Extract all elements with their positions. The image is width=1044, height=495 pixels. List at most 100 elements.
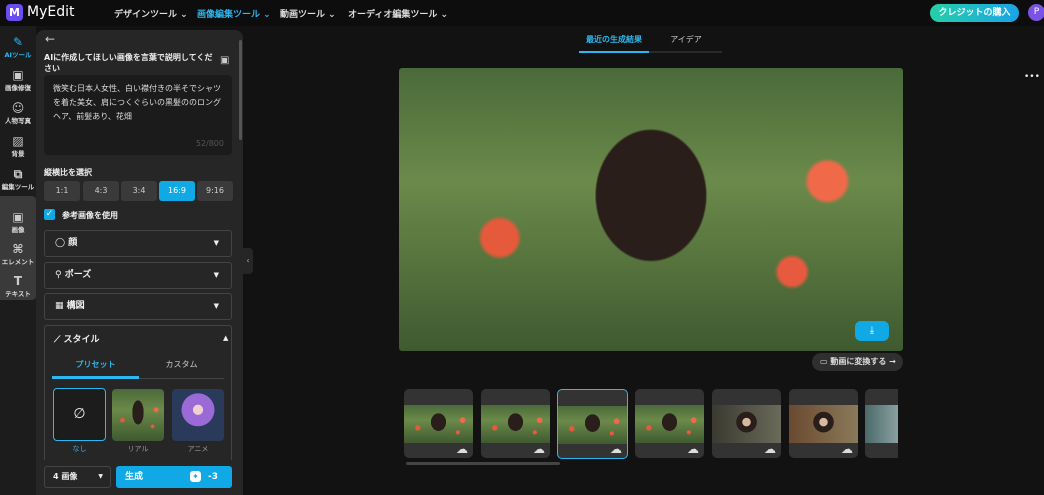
accordion-composition[interactable]: ▦ 構図 ▼: [44, 293, 232, 320]
nav-video-tools[interactable]: 動画ツール ⌄: [280, 7, 336, 20]
caret-down-icon: ▼: [98, 473, 103, 480]
rail-ai-tools[interactable]: ✎ AIツール: [0, 35, 36, 59]
cloud-saved-icon: ☁: [841, 442, 853, 456]
pose-icon: ⚲: [55, 270, 65, 280]
rail-edit-tools[interactable]: ⧉ 編集ツール: [0, 167, 36, 191]
style-title: スタイル: [63, 335, 100, 345]
ratio-1-1[interactable]: 1:1: [44, 181, 80, 201]
thumbnail[interactable]: ☁: [712, 389, 781, 458]
thumbnail[interactable]: ☁: [404, 389, 473, 458]
preset-anime[interactable]: [172, 389, 224, 441]
credit-icon: ✦: [190, 471, 201, 482]
accordion-label: 顔: [68, 238, 78, 248]
buy-credits-button[interactable]: クレジットの購入: [930, 4, 1019, 22]
back-arrow-icon[interactable]: ←: [45, 32, 55, 46]
face-icon: ◯: [55, 238, 69, 248]
image-icon: ▣: [12, 68, 24, 82]
shapes-icon: ⌘: [12, 242, 24, 256]
thumbnail[interactable]: ☁: [481, 389, 550, 458]
avatar[interactable]: P: [1028, 4, 1044, 21]
thumbnail-scrollbar[interactable]: [406, 462, 560, 465]
layers-icon: ⧉: [13, 167, 23, 181]
generate-button[interactable]: 生成 ✦ -3: [116, 466, 232, 488]
cloud-saved-icon: ☁: [533, 442, 545, 456]
person-icon: ☺: [11, 101, 25, 115]
rail-text[interactable]: T テキスト: [0, 274, 36, 298]
prompt-input[interactable]: 微笑む日本人女性、白い襟付きの半そでシャツを着た美女、肩につくぐらいの黒髪ののロ…: [44, 75, 232, 155]
rail-image-repair[interactable]: ▣ 画像修復: [0, 68, 36, 92]
collapse-panel-button[interactable]: ‹: [243, 248, 253, 274]
composition-icon: ▦: [55, 301, 67, 311]
cloud-saved-icon: ☁: [456, 442, 468, 456]
image-count-select[interactable]: 4 画像 ▼: [44, 466, 111, 488]
preset-label: なし: [72, 445, 87, 453]
image-upload-icon[interactable]: ▣: [220, 55, 229, 66]
caret-down-icon: ▼: [213, 302, 219, 310]
more-options-icon[interactable]: •••: [1024, 72, 1040, 82]
accordion-face[interactable]: ◯ 顔 ▼: [44, 230, 232, 257]
ratio-16-9[interactable]: 16:9: [159, 181, 195, 201]
rail-label: AIツール: [4, 51, 32, 59]
rail-element[interactable]: ⌘ エレメント: [0, 242, 36, 266]
rail-portrait[interactable]: ☺ 人物写真: [0, 101, 36, 125]
preset-none[interactable]: ∅: [53, 388, 106, 441]
rail-label: 画像: [11, 226, 25, 234]
tab-preset[interactable]: プリセット: [52, 359, 139, 370]
thumbnail[interactable]: [865, 389, 898, 458]
convert-label: 動画に変換する →: [830, 357, 896, 366]
reference-label: 参考画像を使用: [62, 211, 118, 220]
myedit-logo[interactable]: M: [6, 4, 23, 21]
tab-recent-results[interactable]: 最近の生成結果: [579, 34, 649, 45]
caret-up-icon[interactable]: ▲: [223, 334, 228, 342]
cloud-saved-icon: ☁: [610, 442, 622, 456]
ratio-3-4[interactable]: 3:4: [121, 181, 157, 201]
image-icon: ▣: [12, 210, 24, 224]
preset-real[interactable]: [112, 389, 164, 441]
magic-wand-icon: ✎: [12, 35, 24, 49]
style-header[interactable]: ⟋ スタイル: [54, 332, 99, 345]
rail-label: エレメント: [1, 258, 35, 266]
thumbnail-selected[interactable]: ☁: [557, 389, 628, 459]
tab-custom[interactable]: カスタム: [139, 359, 224, 370]
caret-down-icon: ▼: [213, 239, 219, 247]
rail-label: 背景: [11, 150, 25, 158]
nav-audio-tools[interactable]: オーディオ編集ツール ⌄: [348, 7, 448, 20]
tab-indicator: [52, 376, 139, 379]
preset-label: アニメ: [187, 445, 209, 453]
accordion-label: 構図: [66, 301, 85, 311]
nav-design-tools[interactable]: デザインツール ⌄: [114, 7, 188, 20]
download-icon: ⤓: [869, 325, 875, 336]
brand-name[interactable]: MyEdit: [27, 4, 74, 20]
ratio-label: 縦横比を選択: [44, 168, 92, 177]
top-bar: M MyEdit デザインツール ⌄ 画像編集ツール ⌄ 動画ツール ⌄ オーデ…: [0, 0, 1044, 26]
rail-label: テキスト: [5, 290, 31, 298]
rail-image[interactable]: ▣ 画像: [0, 210, 36, 234]
caret-down-icon: ▼: [213, 271, 219, 279]
preset-label: リアル: [127, 445, 149, 453]
reference-checkbox[interactable]: ✓: [44, 209, 55, 220]
nav-image-tools[interactable]: 画像編集ツール ⌄: [197, 7, 271, 20]
tab-indicator: [579, 51, 649, 53]
generate-label: 生成: [125, 472, 144, 482]
rail-label: 人物写真: [5, 117, 31, 125]
generated-image[interactable]: [399, 68, 903, 351]
prompt-text: 微笑む日本人女性、白い襟付きの半そでシャツを着た美女、肩につくぐらいの黒髪ののロ…: [53, 84, 221, 121]
tab-ideas[interactable]: アイデア: [650, 34, 722, 45]
convert-to-video-button[interactable]: ▭ 動画に変換する →: [812, 353, 903, 371]
video-icon: ▭: [820, 357, 831, 366]
panel-scrollbar[interactable]: [239, 40, 242, 140]
rail-label: 編集ツール: [1, 183, 35, 191]
text-icon: T: [13, 274, 23, 288]
prompt-title: AIに作成してほしい画像を言葉で説明してください: [44, 53, 213, 73]
ratio-4-3[interactable]: 4:3: [83, 181, 119, 201]
rail-background[interactable]: ▨ 背景: [0, 134, 36, 158]
thumbnail[interactable]: ☁: [789, 389, 858, 458]
image-count-value: 4 画像: [53, 472, 78, 481]
rail-label: 画像修復: [5, 84, 31, 92]
accordion-pose[interactable]: ⚲ ポーズ ▼: [44, 262, 232, 289]
background-icon: ▨: [12, 134, 24, 148]
download-button[interactable]: ⤓: [855, 321, 889, 341]
cloud-saved-icon: ☁: [687, 442, 699, 456]
ratio-9-16[interactable]: 9:16: [197, 181, 233, 201]
thumbnail[interactable]: ☁: [635, 389, 704, 458]
